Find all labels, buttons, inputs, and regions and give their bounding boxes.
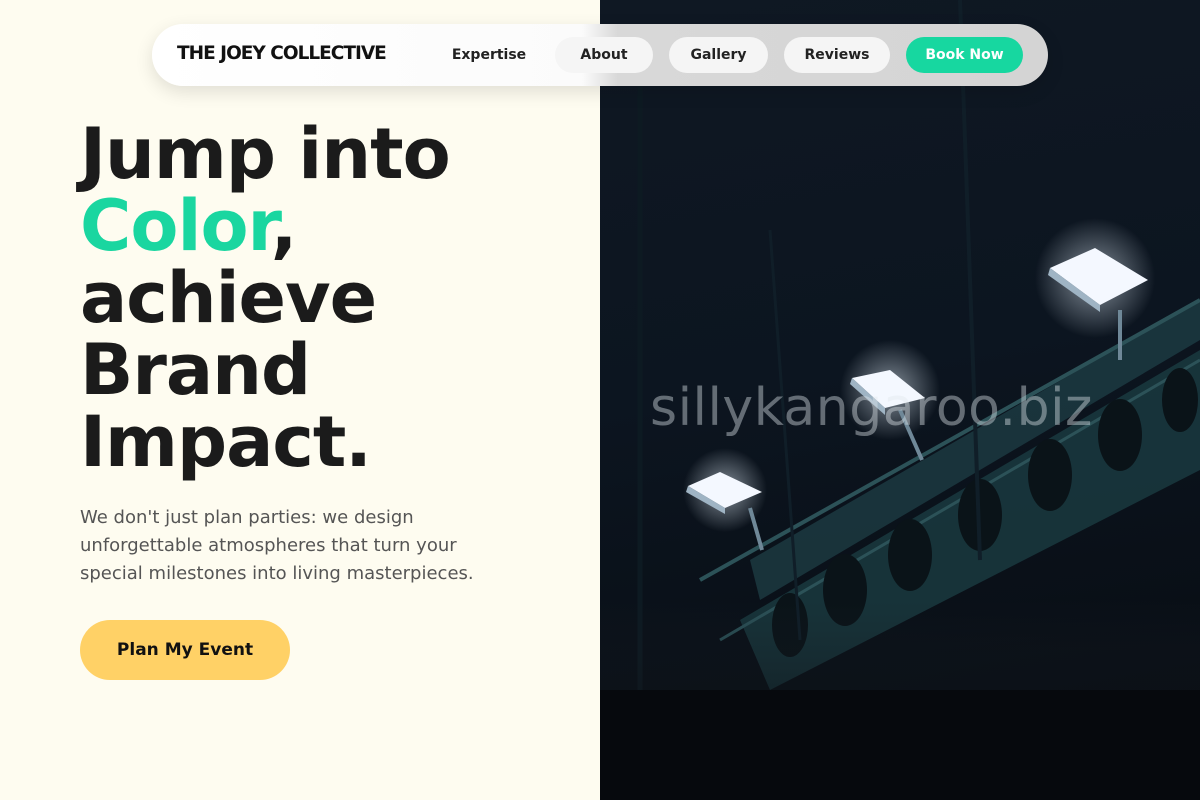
hero-subtext: We don't just plan parties: we design un…	[80, 507, 474, 584]
headline-accent-punct: ,	[270, 185, 298, 267]
book-now-button[interactable]: Book Now	[906, 37, 1023, 73]
hero-left-pane: Jump into Color, achieve Brand Impact. W…	[0, 0, 600, 800]
headline-line-5: Impact.	[80, 401, 372, 483]
nav-link-gallery[interactable]: Gallery	[669, 37, 768, 73]
headline-line-1: Jump into	[80, 113, 451, 195]
headline-line-3: achieve	[80, 257, 377, 339]
plan-my-event-button[interactable]: Plan My Event	[80, 620, 290, 680]
hero-headline: Jump into Color, achieve Brand Impact.	[80, 113, 451, 483]
headline-accent-word: Color	[80, 185, 272, 267]
watermark-text: sillykangaroo.biz	[650, 378, 1093, 438]
nav-link-expertise[interactable]: Expertise	[432, 37, 546, 73]
headline-line-2: Color,	[80, 190, 450, 262]
nav-link-about[interactable]: About	[555, 37, 653, 73]
brand-logo[interactable]: THE JOEY COLLECTIVE	[177, 43, 387, 64]
nav-link-reviews[interactable]: Reviews	[784, 37, 890, 73]
headline-line-4: Brand	[80, 329, 311, 411]
stage-lights-photo: sillykangaroo.biz	[600, 0, 1200, 800]
top-navbar: THE JOEY COLLECTIVE Expertise About Gall…	[152, 24, 1048, 86]
